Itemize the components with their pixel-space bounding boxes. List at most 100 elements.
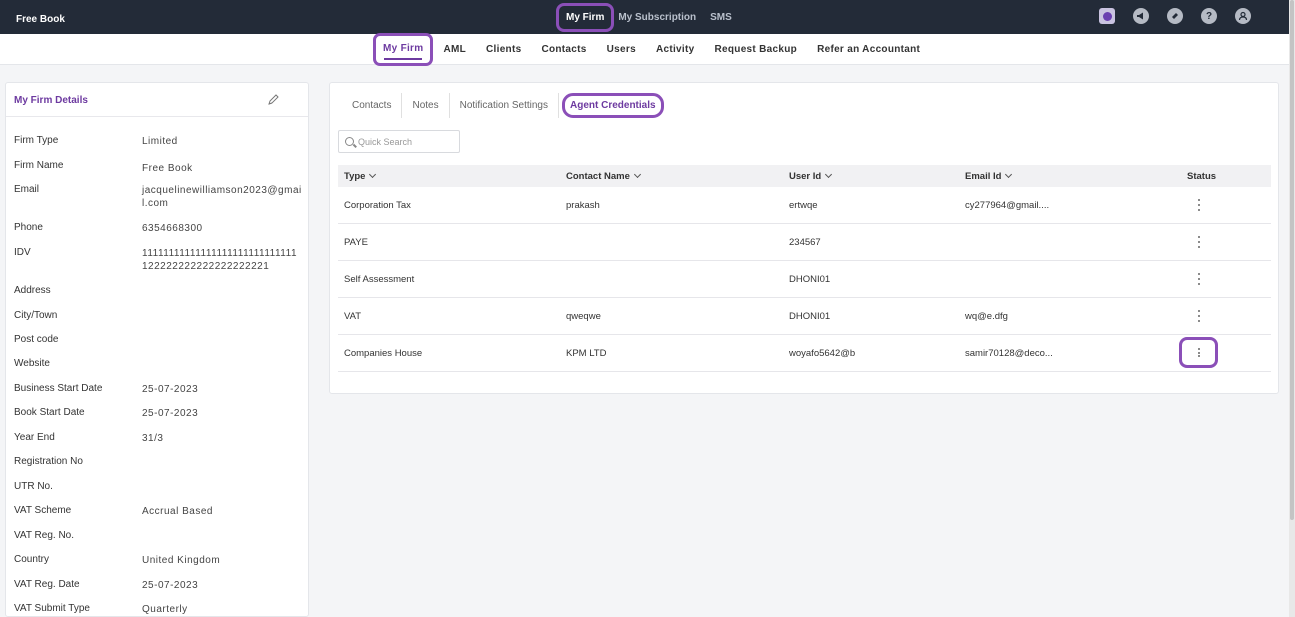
subnav-users[interactable]: Users: [607, 44, 636, 55]
quick-search: [338, 130, 460, 153]
cell-contact-name: KPM LTD: [566, 348, 607, 359]
agent-credentials-panel: Contacts Notes Notification Settings Age…: [329, 82, 1279, 394]
detail-value: United Kingdom: [142, 555, 221, 566]
detail-value: Quarterly: [142, 604, 188, 615]
detail-label: Firm Name: [14, 160, 64, 171]
cell-type: Companies House: [344, 348, 423, 359]
cell-contact-name: qweqwe: [566, 311, 601, 322]
row-actions-menu-icon[interactable]: [1193, 198, 1205, 212]
subnav-contacts[interactable]: Contacts: [541, 44, 586, 55]
tab-notification-settings[interactable]: Notification Settings: [450, 93, 559, 118]
cell-contact-name: prakash: [566, 200, 600, 211]
subnav-aml[interactable]: AML: [443, 44, 466, 55]
detail-label: Year End: [14, 432, 55, 443]
detail-label: Post code: [14, 334, 59, 345]
detail-tabs: Contacts Notes Notification Settings Age…: [342, 93, 664, 118]
detail-label: UTR No.: [14, 481, 53, 492]
detail-label: Business Start Date: [14, 383, 103, 394]
detail-label: Country: [14, 554, 50, 565]
app-switcher-icon[interactable]: [1099, 8, 1115, 24]
tab-notes[interactable]: Notes: [402, 93, 450, 118]
table-row: VAT qweqwe DHONI01 wq@e.dfg: [338, 298, 1271, 335]
cell-type: PAYE: [344, 237, 368, 248]
subnav-request-backup[interactable]: Request Backup: [715, 44, 798, 55]
table-row: Companies House KPM LTD woyafo5642@b sam…: [338, 335, 1271, 372]
detail-label: VAT Reg. Date: [14, 579, 80, 590]
chevron-down-icon: [369, 170, 377, 179]
subnav-clients[interactable]: Clients: [486, 44, 521, 55]
sub-nav: My Firm AML Clients Contacts Users Activ…: [0, 33, 1289, 66]
search-icon: [345, 137, 354, 146]
subnav-activity[interactable]: Activity: [656, 44, 695, 55]
row-actions-menu-icon[interactable]: [1193, 235, 1205, 249]
column-header-label: Type: [344, 171, 366, 182]
detail-label: VAT Reg. No.: [14, 530, 75, 541]
table-row: Self Assessment DHONI01: [338, 261, 1271, 298]
column-header-type[interactable]: Type: [344, 170, 377, 182]
subnav-refer-accountant[interactable]: Refer an Accountant: [817, 44, 920, 55]
detail-label: Phone: [14, 222, 43, 233]
cell-user-id: woyafo5642@b: [789, 348, 856, 359]
top-bar: Free Book My Firm My Subscription SMS ?: [0, 0, 1289, 34]
chevron-down-icon: [633, 170, 641, 179]
row-actions-menu-icon[interactable]: [1193, 272, 1205, 286]
column-header-status: Status: [1187, 171, 1217, 182]
firm-details-panel: My Firm Details Firm Type Limited Firm N…: [5, 82, 309, 617]
cell-type: VAT: [344, 311, 362, 322]
chevron-down-icon: [1005, 170, 1013, 179]
top-nav-my-firm[interactable]: My Firm: [556, 2, 615, 32]
detail-label: City/Town: [14, 310, 58, 321]
detail-label: Email: [14, 184, 40, 195]
tab-contacts[interactable]: Contacts: [342, 93, 403, 118]
detail-value: 6354668300: [142, 223, 203, 234]
credentials-table: Type Contact Name User Id Email Id Statu…: [338, 165, 1271, 372]
detail-label: IDV: [14, 247, 31, 258]
detail-label: Registration No: [14, 456, 83, 467]
cell-email-id: cy277964@gmail....: [965, 200, 1050, 211]
table-row: PAYE 234567: [338, 224, 1271, 261]
ticket-icon[interactable]: [1167, 8, 1183, 24]
detail-label: Address: [14, 285, 51, 296]
detail-label: Book Start Date: [14, 407, 85, 418]
detail-label: Firm Type: [14, 135, 59, 146]
tab-agent-credentials[interactable]: Agent Credentials: [561, 93, 664, 118]
detail-value: 25-07-2023: [142, 580, 199, 591]
detail-value: 31/3: [142, 433, 164, 444]
cell-user-id: DHONI01: [789, 311, 831, 322]
row-actions-menu-icon[interactable]: [1179, 337, 1218, 368]
detail-label: Website: [14, 358, 50, 369]
brand-name: Free Book: [16, 14, 65, 25]
megaphone-icon[interactable]: [1133, 8, 1149, 24]
page-scrollbar[interactable]: [1289, 0, 1295, 617]
detail-value: 25-07-2023: [142, 384, 199, 395]
top-nav-sms[interactable]: SMS: [710, 12, 732, 23]
column-header-label: Email Id: [965, 171, 1002, 182]
detail-value: Free Book: [142, 163, 193, 174]
subnav-my-firm[interactable]: My Firm: [373, 33, 434, 66]
top-icons: ?: [1081, 8, 1251, 24]
chevron-down-icon: [825, 170, 833, 179]
firm-details-header: My Firm Details: [6, 83, 308, 117]
table-header: Type Contact Name User Id Email Id Statu…: [338, 165, 1271, 187]
table-row: Corporation Tax prakash ertwqe cy277964@…: [338, 187, 1271, 224]
scrollbar-thumb[interactable]: [1290, 0, 1294, 520]
cell-email-id: wq@e.dfg: [965, 311, 1008, 322]
edit-pencil-icon[interactable]: [267, 94, 279, 106]
sub-nav-items: My Firm AML Clients Contacts Users Activ…: [373, 33, 940, 66]
detail-value: Limited: [142, 136, 178, 147]
row-actions-menu-icon[interactable]: [1193, 309, 1205, 323]
cell-user-id: 234567: [789, 237, 821, 248]
detail-value: 1111111111111111111111111111112222222222…: [142, 248, 298, 272]
top-nav: My Firm My Subscription SMS: [556, 2, 746, 32]
top-nav-my-subscription[interactable]: My Subscription: [618, 12, 696, 23]
column-header-label: Contact Name: [566, 171, 630, 182]
column-header-contact-name[interactable]: Contact Name: [566, 170, 641, 182]
detail-value: Accrual Based: [142, 506, 213, 517]
column-header-label: User Id: [789, 171, 822, 182]
column-header-email-id[interactable]: Email Id: [965, 170, 1013, 182]
help-icon[interactable]: ?: [1201, 8, 1217, 24]
user-icon[interactable]: [1235, 8, 1251, 24]
cell-type: Corporation Tax: [344, 200, 411, 211]
quick-search-input[interactable]: [358, 134, 456, 149]
column-header-user-id[interactable]: User Id: [789, 170, 833, 182]
